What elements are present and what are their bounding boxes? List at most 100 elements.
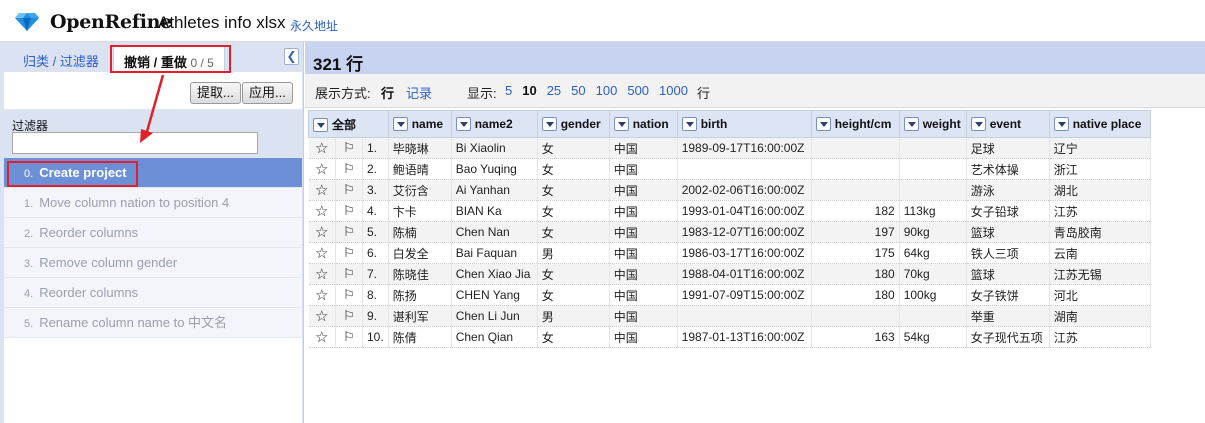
cell-name2[interactable]: Chen Nan (451, 221, 538, 243)
chevron-down-icon[interactable] (392, 117, 408, 132)
cell-name[interactable]: 白发全 (388, 242, 452, 264)
cell-event[interactable]: 女子铅球 (966, 200, 1050, 222)
cell-birth[interactable]: 1983-12-07T16:00:00Z (677, 221, 812, 243)
chevron-down-icon[interactable] (903, 117, 919, 132)
flag-icon[interactable]: ⚐ (335, 263, 363, 285)
chevron-down-icon[interactable] (541, 117, 557, 132)
cell-weight[interactable] (899, 305, 967, 327)
star-icon[interactable]: ☆ (308, 221, 336, 243)
page-size-option[interactable]: 500 (627, 83, 649, 98)
cell-weight[interactable] (899, 179, 967, 201)
flag-icon[interactable]: ⚐ (335, 158, 363, 180)
cell-name[interactable]: 陈晓佳 (388, 263, 452, 285)
cell-weight[interactable]: 70kg (899, 263, 967, 285)
cell-height[interactable]: 180 (811, 284, 900, 306)
permalink-link[interactable]: 永久地址 (290, 17, 338, 34)
cell-nation[interactable]: 中国 (609, 158, 678, 180)
cell-height[interactable]: 175 (811, 242, 900, 264)
page-size-option[interactable]: 10 (522, 83, 536, 98)
cell-weight[interactable]: 100kg (899, 284, 967, 306)
cell-gender[interactable]: 男 (537, 305, 610, 327)
column-header-gender[interactable]: gender (536, 110, 610, 138)
cell-event[interactable]: 铁人三项 (966, 242, 1050, 264)
cell-nation[interactable]: 中国 (609, 221, 678, 243)
page-size-option[interactable]: 100 (596, 83, 618, 98)
cell-event[interactable]: 举重 (966, 305, 1050, 327)
project-title[interactable]: Athletes info xlsx (158, 13, 286, 33)
history-entry[interactable]: 2. Reorder columns (4, 218, 302, 248)
cell-gender[interactable]: 男 (537, 242, 610, 264)
cell-gender[interactable]: 女 (537, 158, 610, 180)
cell-gender[interactable]: 女 (537, 284, 610, 306)
star-icon[interactable]: ☆ (308, 263, 336, 285)
cell-name[interactable]: 陈倩 (388, 326, 452, 348)
cell-gender[interactable]: 女 (537, 179, 610, 201)
cell-nation[interactable]: 中国 (609, 284, 678, 306)
cell-birth[interactable] (677, 158, 812, 180)
cell-weight[interactable]: 113kg (899, 200, 967, 222)
cell-birth[interactable]: 1987-01-13T16:00:00Z (677, 326, 812, 348)
cell-weight[interactable]: 64kg (899, 242, 967, 264)
cell-native[interactable]: 湖南 (1049, 305, 1151, 327)
rows-mode-option[interactable]: 行 (381, 83, 394, 102)
cell-birth[interactable]: 2002-02-06T16:00:00Z (677, 179, 812, 201)
cell-name[interactable]: 卞卡 (388, 200, 452, 222)
cell-gender[interactable]: 女 (537, 200, 610, 222)
cell-name2[interactable]: Bai Faquan (451, 242, 538, 264)
cell-height[interactable] (811, 179, 900, 201)
cell-name[interactable]: 鲍语晴 (388, 158, 452, 180)
cell-native[interactable]: 河北 (1049, 284, 1151, 306)
cell-name2[interactable]: CHEN Yang (451, 284, 538, 306)
cell-name[interactable]: 艾衍含 (388, 179, 452, 201)
column-header-height[interactable]: height/cm (810, 110, 900, 138)
flag-icon[interactable]: ⚐ (335, 221, 363, 243)
tab-undo-redo[interactable]: 撤销 / 重做 0 / 5 (113, 46, 225, 72)
page-size-option[interactable]: 1000 (659, 83, 688, 98)
cell-native[interactable]: 湖北 (1049, 179, 1151, 201)
star-icon[interactable]: ☆ (308, 326, 336, 348)
column-header-all[interactable]: 全部 (308, 110, 389, 138)
tab-facets[interactable]: 归类 / 过滤器 (23, 51, 99, 70)
app-brand[interactable]: OpenRefine (50, 11, 172, 33)
cell-native[interactable]: 浙江 (1049, 158, 1151, 180)
cell-birth[interactable]: 1986-03-17T16:00:00Z (677, 242, 812, 264)
cell-nation[interactable]: 中国 (609, 263, 678, 285)
page-size-option[interactable]: 50 (571, 83, 585, 98)
cell-name2[interactable]: Chen Qian (451, 326, 538, 348)
cell-birth[interactable]: 1993-01-04T16:00:00Z (677, 200, 812, 222)
cell-name[interactable]: 陈扬 (388, 284, 452, 306)
chevron-down-icon[interactable] (613, 117, 629, 132)
cell-event[interactable]: 足球 (966, 137, 1050, 159)
column-header-nation[interactable]: nation (608, 110, 678, 138)
cell-birth[interactable]: 1988-04-01T16:00:00Z (677, 263, 812, 285)
flag-icon[interactable]: ⚐ (335, 137, 363, 159)
flag-icon[interactable]: ⚐ (335, 305, 363, 327)
cell-native[interactable]: 云南 (1049, 242, 1151, 264)
cell-event[interactable]: 游泳 (966, 179, 1050, 201)
cell-nation[interactable]: 中国 (609, 137, 678, 159)
cell-name[interactable]: 毕晓琳 (388, 137, 452, 159)
cell-height[interactable] (811, 158, 900, 180)
cell-name2[interactable]: Ai Yanhan (451, 179, 538, 201)
cell-birth[interactable] (677, 305, 812, 327)
cell-weight[interactable] (899, 158, 967, 180)
extract-button[interactable]: 提取... (190, 82, 241, 104)
star-icon[interactable]: ☆ (308, 284, 336, 306)
flag-icon[interactable]: ⚐ (335, 284, 363, 306)
star-icon[interactable]: ☆ (308, 137, 336, 159)
cell-weight[interactable]: 90kg (899, 221, 967, 243)
cell-name[interactable]: 谌利军 (388, 305, 452, 327)
cell-nation[interactable]: 中国 (609, 242, 678, 264)
cell-nation[interactable]: 中国 (609, 179, 678, 201)
cell-height[interactable]: 180 (811, 263, 900, 285)
chevron-down-icon[interactable] (970, 117, 986, 132)
history-entry[interactable]: 5. Rename column name to 中文名 (4, 308, 302, 338)
flag-icon[interactable]: ⚐ (335, 326, 363, 348)
filter-input[interactable] (12, 132, 258, 154)
column-header-name[interactable]: name (387, 110, 452, 138)
cell-native[interactable]: 江苏 (1049, 200, 1151, 222)
cell-native[interactable]: 江苏 (1049, 326, 1151, 348)
diamond-icon[interactable] (15, 11, 39, 31)
cell-native[interactable]: 青岛胶南 (1049, 221, 1151, 243)
cell-nation[interactable]: 中国 (609, 326, 678, 348)
